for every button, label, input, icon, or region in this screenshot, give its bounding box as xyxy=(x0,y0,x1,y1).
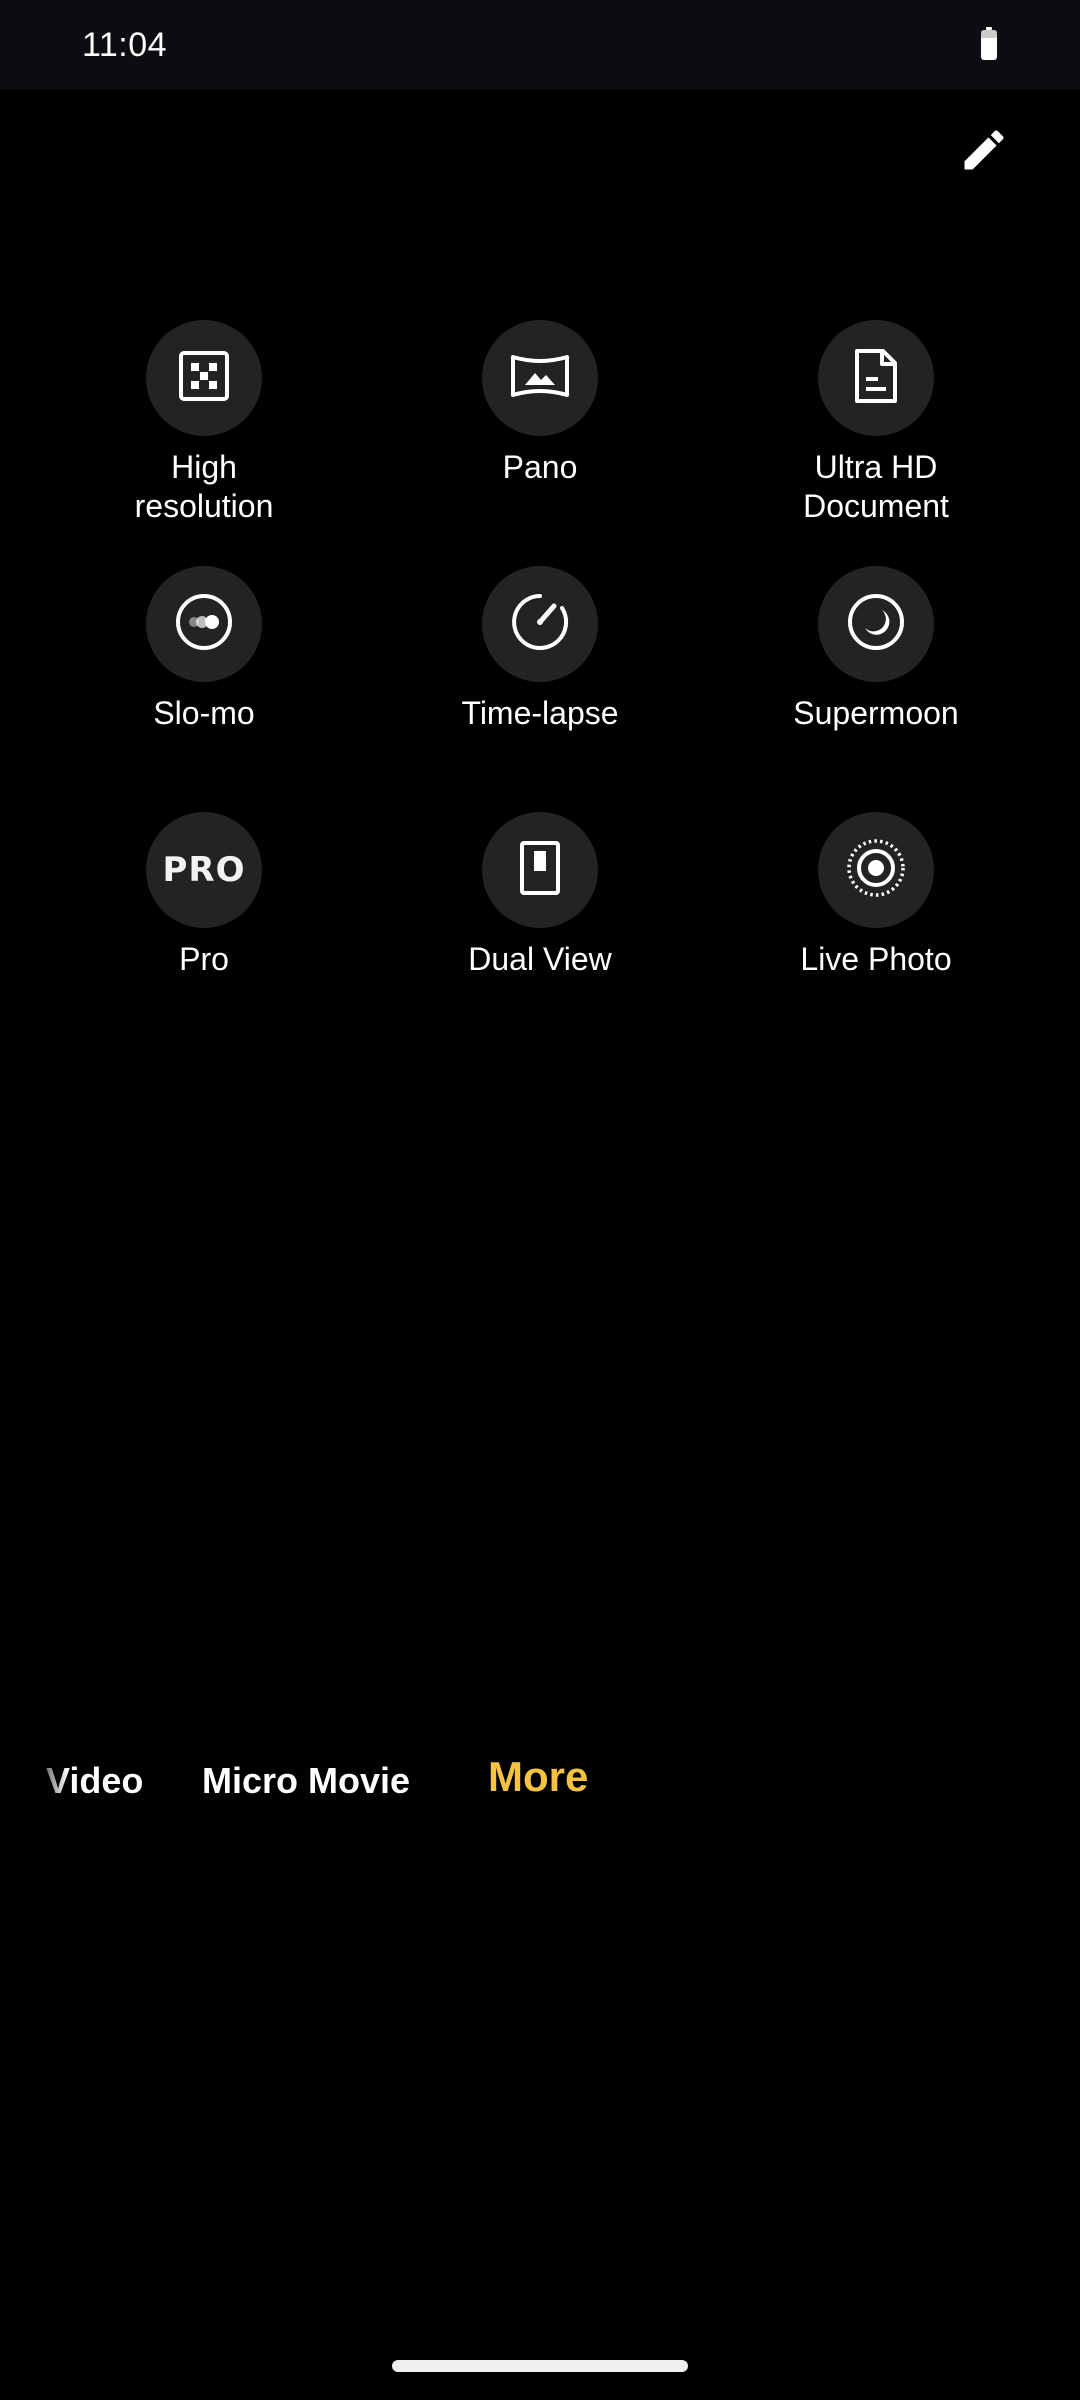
battery-icon xyxy=(980,27,998,61)
mode-time-lapse[interactable]: Time-lapse xyxy=(390,566,690,733)
mode-label: High resolution xyxy=(134,449,274,524)
mode-label: Pro xyxy=(179,941,229,977)
mode-icon-circle: PRO xyxy=(146,812,262,928)
mode-tab-more[interactable]: More xyxy=(488,1752,588,1802)
mode-selector: Video Micro Movie More xyxy=(0,1748,1080,1818)
mode-live-photo[interactable]: Live Photo xyxy=(726,812,1026,979)
mode-label: Dual View xyxy=(468,941,612,977)
mode-supermoon[interactable]: Supermoon xyxy=(726,566,1026,733)
mode-slo-mo[interactable]: Slo-mo xyxy=(54,566,354,733)
live-photo-icon xyxy=(845,837,907,904)
mode-high-resolution[interactable]: High resolution xyxy=(54,320,354,526)
pencil-icon xyxy=(958,124,1010,181)
mode-pano[interactable]: Pano xyxy=(390,320,690,487)
pro-icon: PRO xyxy=(162,850,246,890)
mode-tab-micro-movie[interactable]: Micro Movie xyxy=(202,1756,410,1806)
mode-ultra-hd-document[interactable]: Ultra HD Document xyxy=(726,320,1026,526)
mode-icon-circle xyxy=(482,812,598,928)
mode-icon-circle xyxy=(482,320,598,436)
mode-dual-view[interactable]: Dual View xyxy=(390,812,690,979)
mode-label: Pano xyxy=(502,449,578,485)
edit-button[interactable] xyxy=(948,116,1020,188)
status-time: 11:04 xyxy=(82,26,168,64)
mode-label: Supermoon xyxy=(793,695,959,731)
mode-icon-circle xyxy=(818,320,934,436)
supermoon-icon xyxy=(846,592,906,657)
mode-icon-circle xyxy=(818,812,934,928)
high-resolution-icon xyxy=(177,349,231,408)
time-lapse-icon xyxy=(510,592,570,657)
panorama-icon xyxy=(509,351,571,406)
mode-label: Ultra HD Document xyxy=(803,449,949,524)
slow-motion-icon xyxy=(174,592,234,657)
dual-view-icon xyxy=(518,839,562,902)
mode-icon-circle xyxy=(818,566,934,682)
mode-label: Live Photo xyxy=(800,941,952,977)
mode-label: Slo-mo xyxy=(153,695,255,731)
mode-icon-circle xyxy=(146,320,262,436)
mode-label: Time-lapse xyxy=(461,695,619,731)
document-icon xyxy=(851,347,901,410)
mode-icon-circle xyxy=(146,566,262,682)
home-indicator[interactable] xyxy=(392,2360,688,2372)
mode-icon-circle xyxy=(482,566,598,682)
mode-tab-video[interactable]: Video xyxy=(46,1756,143,1806)
status-bar: 11:04 xyxy=(0,0,1080,90)
mode-pro[interactable]: PRO Pro xyxy=(54,812,354,979)
